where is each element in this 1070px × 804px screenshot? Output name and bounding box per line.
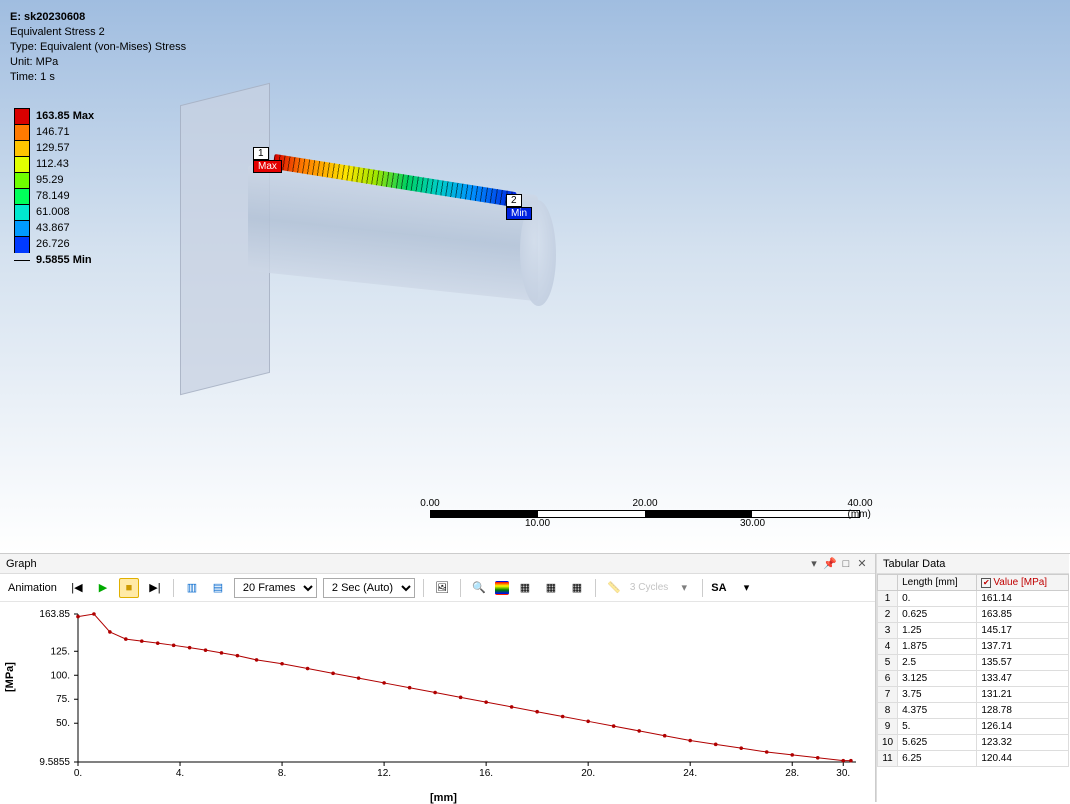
result-time: Time: 1 s (10, 70, 186, 85)
tabular-data-panel: Tabular Data Length [mm] ✔Value [MPa] 10… (876, 554, 1069, 802)
svg-text:20.: 20. (581, 768, 595, 779)
table-row[interactable]: 95.126.14 (878, 719, 1069, 735)
contour-legend: 163.85 Max146.71129.57112.4395.2978.1496… (14, 108, 94, 268)
tabular-title: Tabular Data (883, 558, 945, 570)
svg-text:24.: 24. (683, 768, 697, 779)
svg-text:0.: 0. (74, 768, 82, 779)
play-button[interactable]: ▶ (93, 578, 113, 598)
close-icon[interactable]: ✕ (855, 557, 869, 571)
chart-ylabel: [MPa] (4, 662, 16, 692)
svg-text:75.: 75. (56, 694, 70, 705)
graph-panel: Graph ▾ 📌 □ ✕ Animation |◀ ▶ ■ ▶| ▥ ▤ 20… (0, 554, 876, 802)
tabular-table: Length [mm] ✔Value [MPa] 10.161.1420.625… (877, 574, 1069, 767)
band3-button[interactable]: ▦ (567, 578, 587, 598)
frames-select[interactable]: 20 Frames (234, 578, 317, 598)
viewport-3d[interactable]: E: sk20230608 Equivalent Stress 2 Type: … (0, 0, 1070, 554)
export-video-button[interactable]: 🖼 (432, 578, 452, 598)
result-unit: Unit: MPa (10, 55, 186, 70)
result-name: Equivalent Stress 2 (10, 25, 186, 40)
col-value: ✔Value [MPa] (977, 575, 1069, 591)
table-row[interactable]: 73.75131.21 (878, 687, 1069, 703)
animation-toolbar: Animation |◀ ▶ ■ ▶| ▥ ▤ 20 Frames 2 Sec … (0, 574, 875, 602)
svg-text:28.: 28. (785, 768, 799, 779)
band2-button[interactable]: ▦ (541, 578, 561, 598)
result-type: Type: Equivalent (von-Mises) Stress (10, 40, 186, 55)
table-row[interactable]: 31.25145.17 (878, 623, 1069, 639)
ruler-icon: 📏 (604, 578, 624, 598)
svg-text:4.: 4. (176, 768, 184, 779)
legend-colors-button[interactable] (495, 581, 509, 595)
table-row[interactable]: 84.375128.78 (878, 703, 1069, 719)
distributed-frames-button[interactable]: ▥ (182, 578, 202, 598)
svg-text:125.: 125. (51, 646, 70, 657)
pin-icon[interactable]: 📌 (823, 557, 837, 571)
seconds-select[interactable]: 2 Sec (Auto) (323, 578, 415, 598)
chart-area[interactable]: 9.5855 50. 75. 100. 125. 163.85 0. 4. 8. 12. 16. 20… (0, 602, 875, 802)
col-index (878, 575, 898, 591)
probe-1[interactable]: 1 Max (253, 147, 282, 173)
table-row[interactable]: 63.125133.47 (878, 671, 1069, 687)
svg-text:163.85: 163.85 (39, 609, 70, 620)
table-row[interactable]: 20.625163.85 (878, 607, 1069, 623)
graph-header: Graph ▾ 📌 □ ✕ (0, 554, 875, 574)
sa-dropdown-icon[interactable]: ▾ (737, 578, 757, 598)
zoom-fit-button[interactable]: 🔍 (469, 578, 489, 598)
case-label: E: sk20230608 (10, 10, 186, 25)
col-length: Length [mm] (898, 575, 977, 591)
table-row[interactable]: 116.25120.44 (878, 751, 1069, 767)
scale-ruler: 0.00 20.00 40.00 (mm) 10.00 30.00 (430, 498, 860, 530)
svg-text:12.: 12. (377, 768, 391, 779)
stop-button[interactable]: ■ (119, 578, 139, 598)
svg-text:9.5855: 9.5855 (39, 757, 70, 768)
result-info: E: sk20230608 Equivalent Stress 2 Type: … (10, 10, 186, 85)
svg-text:16.: 16. (479, 768, 493, 779)
graph-title: Graph (6, 558, 37, 570)
first-frame-button[interactable]: |◀ (67, 578, 87, 598)
dropdown-icon[interactable]: ▾ (807, 557, 821, 571)
svg-text:8.: 8. (278, 768, 286, 779)
cycles-label: 3 Cycles (630, 582, 668, 593)
svg-text:30.: 30. (836, 768, 850, 779)
table-row[interactable]: 41.875137.71 (878, 639, 1069, 655)
svg-text:100.: 100. (51, 670, 70, 681)
band-button[interactable]: ▦ (515, 578, 535, 598)
table-row[interactable]: 52.5135.57 (878, 655, 1069, 671)
sa-label: SA (711, 582, 726, 594)
animation-label: Animation (8, 582, 57, 594)
tabular-header: Tabular Data (877, 554, 1069, 574)
result-sets-button[interactable]: ▤ (208, 578, 228, 598)
svg-text:50.: 50. (56, 718, 70, 729)
maximize-icon[interactable]: □ (839, 557, 853, 571)
last-frame-button[interactable]: ▶| (145, 578, 165, 598)
table-row[interactable]: 105.625123.32 (878, 735, 1069, 751)
table-row[interactable]: 10.161.14 (878, 591, 1069, 607)
probe-2[interactable]: 2 Min (506, 194, 532, 220)
cycles-dropdown-icon: ▾ (674, 578, 694, 598)
chart-xlabel: [mm] (430, 792, 457, 804)
